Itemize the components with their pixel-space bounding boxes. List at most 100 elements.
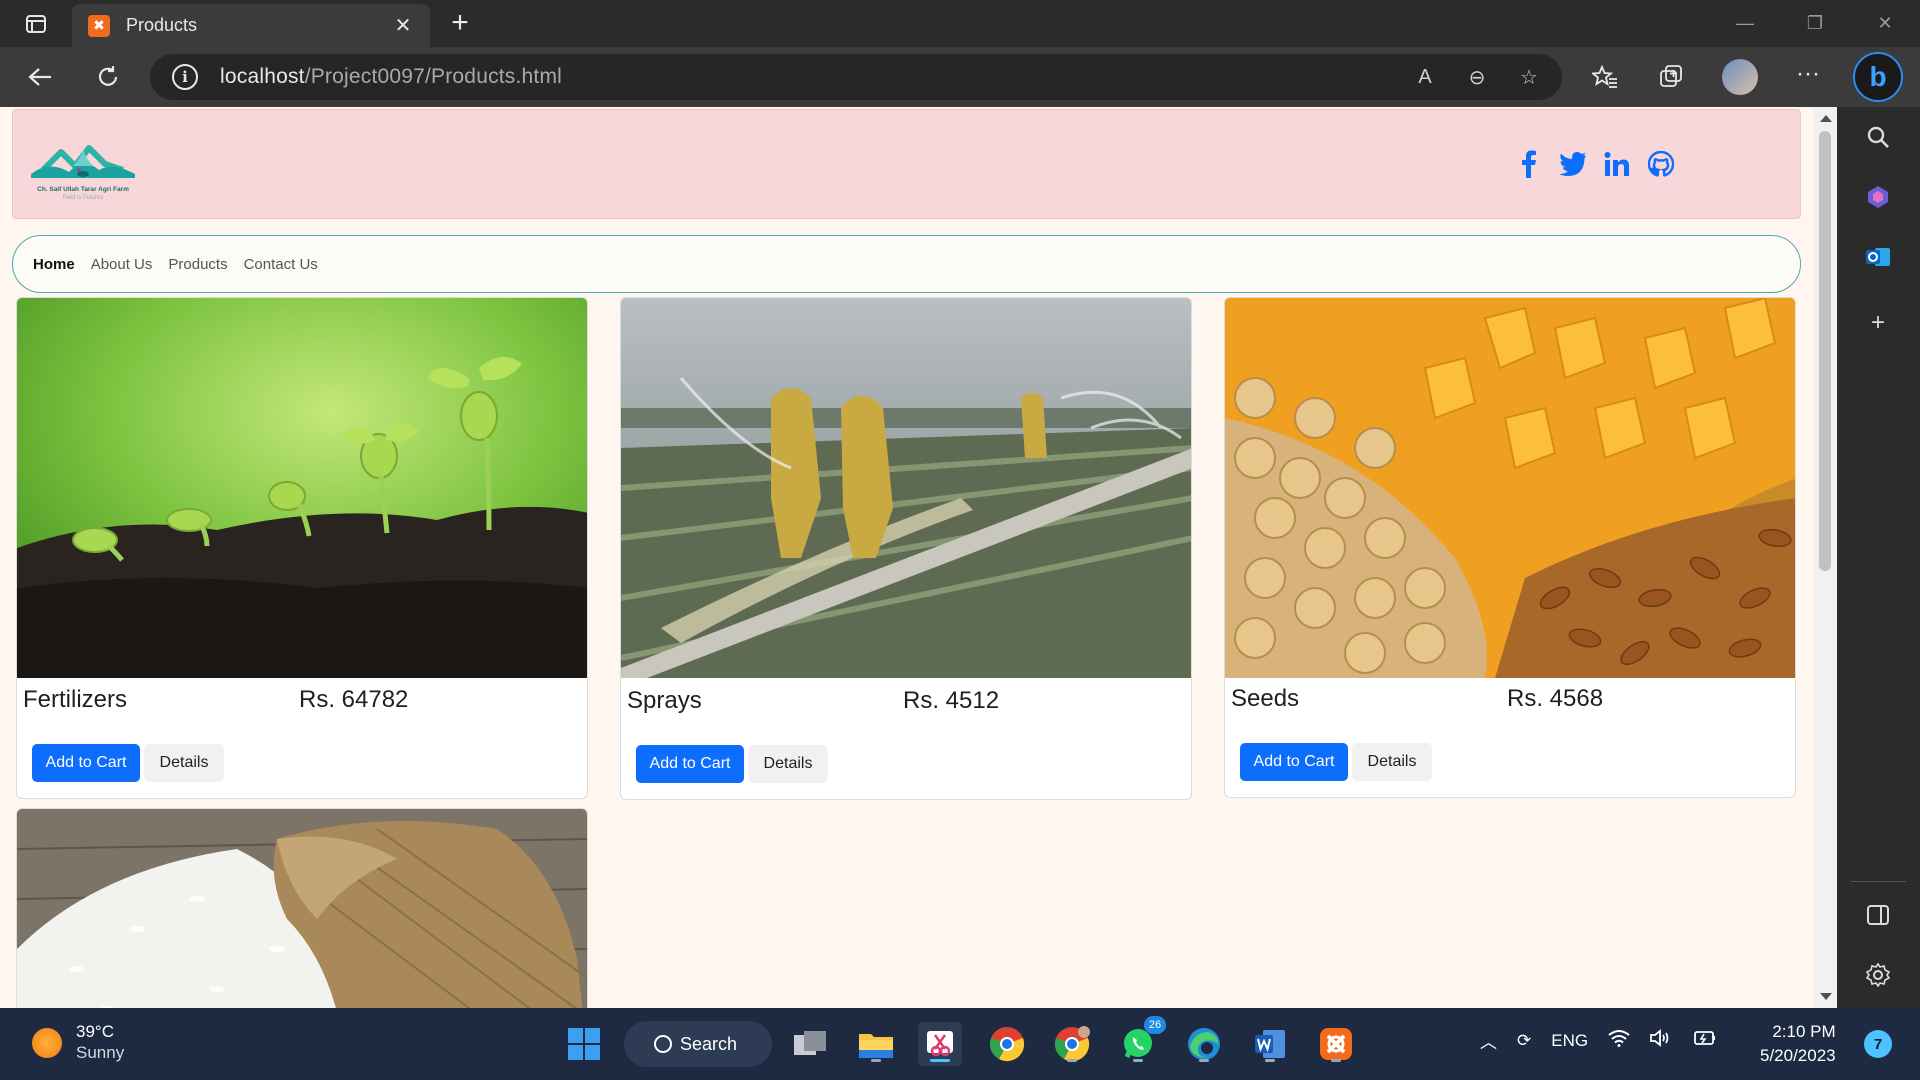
profile-avatar[interactable] (1722, 59, 1758, 95)
site-info-icon[interactable]: i (172, 64, 198, 90)
sidebar-copilot-icon[interactable] (1858, 177, 1898, 217)
running-indicator (930, 1059, 950, 1062)
language-indicator[interactable]: ENG (1551, 1031, 1588, 1051)
volume-icon[interactable] (1650, 1029, 1672, 1052)
xampp-favicon-icon: ✖ (88, 14, 110, 37)
product-name: Seeds (1231, 685, 1300, 712)
address-bar[interactable]: i localhost/Project0097/Products.html A … (150, 54, 1562, 100)
details-button[interactable]: Details (748, 745, 828, 783)
start-icon[interactable] (562, 1022, 606, 1066)
file-explorer-icon[interactable] (854, 1022, 898, 1066)
details-button[interactable]: Details (144, 744, 224, 782)
scroll-up-icon[interactable] (1820, 115, 1832, 122)
chevron-up-icon[interactable]: ︿ (1480, 1028, 1497, 1053)
farm-logo-icon (31, 145, 135, 178)
edge-icon[interactable] (1182, 1022, 1226, 1066)
clock-date: 5/20/2023 (1760, 1046, 1836, 1065)
restore-button[interactable]: ❐ (1780, 0, 1850, 47)
whatsapp-icon[interactable]: 26 (1116, 1016, 1166, 1066)
page-scrollbar[interactable] (1813, 107, 1837, 1008)
facebook-icon[interactable] (1514, 148, 1544, 180)
running-indicator (1331, 1059, 1341, 1062)
xampp-icon[interactable] (1314, 1022, 1358, 1066)
rice-image (17, 809, 587, 1008)
zoom-out-icon[interactable]: ⊖ (1462, 62, 1492, 92)
wifi-icon[interactable] (1608, 1029, 1630, 1052)
product-card-fertilizers: Fertilizers Rs. 64782 Add to Cart Detail… (16, 297, 588, 799)
bing-chat-icon[interactable]: b (1853, 52, 1903, 102)
weather-condition: Sunny (76, 1043, 125, 1062)
sidebar-outlook-icon[interactable] (1858, 237, 1898, 277)
social-links (1514, 148, 1676, 180)
browser-toolbar: i localhost/Project0097/Products.html A … (0, 47, 1920, 107)
sync-icon[interactable]: ⟳ (1517, 1031, 1531, 1051)
windows-taskbar: 39°C Sunny Search 26 ︿ ⟳ ENG 2:10 PM 5/2… (0, 1008, 1920, 1080)
collections-icon[interactable] (1653, 59, 1689, 95)
clock[interactable]: 2:10 PM 5/20/2023 (1760, 1020, 1836, 1068)
seeds-image (1225, 298, 1795, 678)
task-view-icon[interactable] (788, 1022, 832, 1066)
add-favorite-icon[interactable]: ☆ (1514, 62, 1544, 92)
sidebar-panel-icon[interactable] (1858, 895, 1898, 935)
product-price: Rs. 4568 (1507, 685, 1604, 712)
details-button[interactable]: Details (1352, 743, 1432, 781)
nav-home[interactable]: Home (33, 256, 75, 273)
product-card-sprays: Sprays Rs. 4512 Add to Cart Details (620, 297, 1192, 800)
chrome-profile-icon[interactable] (1050, 1022, 1094, 1066)
sidebar-add-icon[interactable]: + (1858, 303, 1898, 343)
running-indicator (871, 1059, 881, 1062)
minimize-button[interactable]: — (1710, 0, 1780, 47)
new-tab-button[interactable]: + (444, 8, 476, 40)
logo-name: Ch. Saif Ullah Tarar Agri Farm (37, 186, 129, 193)
page-viewport: Ch. Saif Ullah Tarar Agri Farm Field is … (0, 107, 1813, 1008)
add-to-cart-button[interactable]: Add to Cart (32, 744, 140, 782)
notification-count-badge[interactable]: 7 (1864, 1030, 1892, 1058)
nav-contact-us[interactable]: Contact Us (244, 256, 318, 273)
close-window-button[interactable]: ✕ (1850, 0, 1920, 47)
close-tab-icon[interactable]: ✕ (392, 13, 414, 38)
twitter-icon[interactable] (1558, 148, 1588, 180)
read-aloud-icon[interactable]: A (1410, 62, 1440, 92)
more-options-icon[interactable]: ··· (1790, 59, 1826, 95)
running-indicator (1199, 1059, 1209, 1062)
running-indicator (1265, 1059, 1275, 1062)
add-to-cart-button[interactable]: Add to Cart (636, 745, 744, 783)
battery-icon[interactable] (1692, 1030, 1716, 1051)
main-navbar: Home About Us Products Contact Us (12, 235, 1801, 293)
snipping-tool-icon[interactable] (918, 1022, 962, 1066)
site-header: Ch. Saif Ullah Tarar Agri Farm Field is … (12, 109, 1801, 219)
browser-tab-bar: ✖ Products ✕ + — ❐ ✕ (0, 0, 1920, 47)
product-card-seeds: Seeds Rs. 4568 Add to Cart Details (1224, 297, 1796, 798)
linkedin-icon[interactable] (1602, 148, 1632, 180)
scroll-down-icon[interactable] (1820, 993, 1832, 1000)
product-name: Fertilizers (23, 686, 128, 713)
scrollbar-thumb[interactable] (1819, 131, 1831, 571)
tab-actions-icon[interactable] (18, 10, 54, 38)
url-path: /Project0097/Products.html (304, 65, 563, 88)
product-card-rice (16, 808, 588, 1008)
product-price: Rs. 4512 (903, 687, 1000, 714)
clock-time: 2:10 PM (1772, 1022, 1836, 1041)
address-actions: A ⊖ ☆ (1410, 62, 1544, 92)
github-icon[interactable] (1646, 148, 1676, 180)
nav-about-us[interactable]: About Us (91, 256, 153, 273)
favorites-icon[interactable] (1587, 59, 1623, 95)
window-controls: — ❐ ✕ (1710, 0, 1920, 47)
fertilizers-image (17, 298, 587, 678)
browser-tab-active[interactable]: ✖ Products ✕ (72, 4, 430, 47)
sidebar-search-icon[interactable] (1858, 117, 1898, 157)
word-icon[interactable] (1248, 1022, 1292, 1066)
add-to-cart-button[interactable]: Add to Cart (1240, 743, 1348, 781)
weather-widget[interactable]: 39°C Sunny (32, 1022, 124, 1064)
nav-products[interactable]: Products (168, 256, 227, 273)
taskbar-search[interactable]: Search (624, 1021, 772, 1067)
back-button[interactable] (22, 59, 58, 95)
taskbar-search-label: Search (680, 1033, 738, 1054)
farm-logo[interactable]: Ch. Saif Ullah Tarar Agri Farm Field is … (29, 130, 137, 206)
sidebar-settings-icon[interactable] (1858, 955, 1898, 995)
edge-sidebar: + (1837, 107, 1920, 1008)
refresh-button[interactable] (90, 59, 126, 95)
chrome-icon[interactable] (985, 1022, 1029, 1066)
whatsapp-badge: 26 (1144, 1016, 1166, 1034)
search-icon (654, 1035, 672, 1053)
